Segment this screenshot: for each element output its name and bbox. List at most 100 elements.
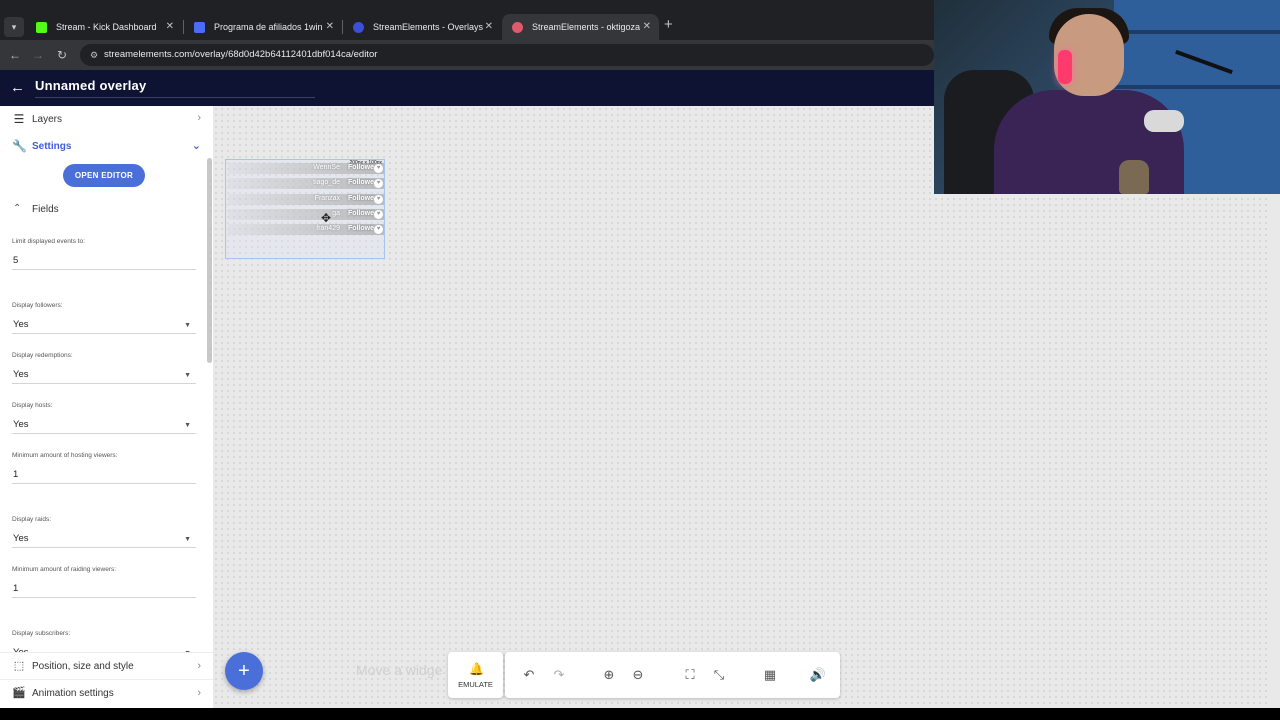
canvas-toolbar: ↶ ↷ ⊕ ⊖ ⛶ ⤡ ▦ 🔊 (505, 652, 840, 698)
open-editor-button[interactable]: OPEN EDITOR (63, 164, 145, 187)
browser-tab-se-overlays[interactable]: StreamElements - Overlays ✕ (343, 14, 501, 40)
fields-label: Fields (32, 204, 59, 215)
close-tab-icon[interactable]: ✕ (326, 14, 334, 40)
heart-icon: ♥ (374, 164, 383, 173)
heart-icon: ♥ (374, 179, 383, 188)
title-underline (35, 97, 315, 98)
emulate-label: EMULATE (458, 680, 493, 689)
event-username: fran429 (316, 225, 340, 232)
sidebar-item-settings[interactable]: 🔧 Settings ⌄ (0, 134, 213, 160)
caret-down-icon: ▼ (184, 372, 191, 379)
chevron-down-icon: ⌄ (191, 140, 201, 152)
event-username: WennSe (313, 164, 340, 171)
event-row: fran429 Followe ♥ (228, 224, 384, 235)
sidebar-scrollbar[interactable] (207, 158, 212, 363)
event-type: Followe (347, 179, 374, 186)
bottom-strip (0, 708, 1280, 720)
field-label: Limit displayed events to: (12, 238, 85, 245)
browser-tab-se-oktigoza[interactable]: StreamElements - oktigoza ✕ (502, 14, 659, 40)
chevron-up-icon: ⌃ (13, 203, 22, 214)
field-min-raiding-viewers: Minimum amount of raiding viewers: 1 (12, 566, 196, 598)
chevron-right-icon: › (197, 687, 201, 699)
fullscreen-icon[interactable]: ⛶ (681, 666, 699, 684)
chevron-right-icon: › (197, 660, 201, 672)
forward-arrow-icon[interactable]: → (29, 46, 47, 64)
sidebar-item-label: Settings (32, 141, 72, 152)
webcam-person-body (994, 90, 1184, 194)
browser-tab-1win[interactable]: Programa de afiliados 1win ✕ (184, 14, 342, 40)
tab-title: StreamElements - oktigoza (532, 22, 641, 32)
sidebar-item-animation-settings[interactable]: 🎬 Animation settings › (0, 679, 213, 706)
redo-icon[interactable]: ↷ (550, 666, 568, 684)
close-tab-icon[interactable]: ✕ (643, 14, 651, 40)
bell-icon: 🔔 (469, 662, 484, 676)
sidebar-item-position-size-style[interactable]: ⬚ Position, size and style › (0, 652, 213, 679)
sidebar-item-label: Position, size and style (32, 661, 134, 672)
streamelements-favicon-icon (512, 22, 523, 33)
caret-down-icon: ▼ (184, 422, 191, 429)
display-redemptions-select[interactable]: Yes ▼ (12, 368, 196, 384)
canvas-scrollbar[interactable] (1267, 106, 1280, 708)
site-info-icon[interactable]: ⚙ (88, 49, 100, 61)
emulate-button[interactable]: 🔔 EMULATE (448, 652, 503, 698)
webcam-microphone (1144, 110, 1184, 132)
back-arrow-icon[interactable]: ← (10, 79, 26, 97)
field-label: Minimum amount of raiding viewers: (12, 566, 117, 573)
field-display-raids: Display raids: Yes ▼ (12, 516, 196, 548)
field-min-hosting-viewers: Minimum amount of hosting viewers: 1 (12, 452, 196, 484)
sidebar-item-layers[interactable]: ☰ Layers › (0, 107, 213, 133)
tab-title: Stream - Kick Dashboard (56, 22, 157, 32)
sidebar-item-label: Layers (32, 114, 63, 125)
browser-tab-kick[interactable]: Stream - Kick Dashboard ✕ (26, 14, 182, 40)
close-tab-icon[interactable]: ✕ (485, 14, 493, 40)
event-list-widget[interactable]: 200px x 100px WennSe Followe ♥ tiago_de … (225, 159, 385, 259)
limit-events-input[interactable]: 5 (12, 254, 196, 270)
field-display-followers: Display followers: Yes ▼ (12, 302, 196, 334)
heart-icon: ♥ (374, 195, 383, 204)
settings-sidebar: ☰ Layers › 🔧 Settings ⌄ OPEN EDITOR ⌃ Fi… (0, 106, 213, 708)
add-widget-button[interactable]: + (225, 652, 263, 690)
new-tab-icon[interactable]: + (664, 16, 673, 33)
field-label: Display subscribers: (12, 630, 71, 637)
event-row: tiago_de Followe ♥ (228, 178, 384, 189)
undo-icon[interactable]: ↶ (520, 666, 538, 684)
min-hosting-viewers-input[interactable]: 1 (12, 468, 196, 484)
caret-down-icon: ▼ (184, 322, 191, 329)
streamelements-favicon-icon (353, 22, 364, 33)
selection-box-icon: ⬚ (13, 660, 25, 672)
display-raids-select[interactable]: Yes ▼ (12, 532, 196, 548)
field-label: Display raids: (12, 516, 52, 523)
address-bar[interactable]: ⚙ streamelements.com/overlay/68d0d42b641… (80, 44, 934, 66)
webcam-cup (1119, 160, 1149, 194)
sidebar-item-label: Animation settings (32, 688, 114, 699)
close-tab-icon[interactable]: ✕ (166, 14, 174, 40)
field-label: Display followers: (12, 302, 63, 309)
back-arrow-icon[interactable]: ← (6, 46, 24, 64)
url-text: streamelements.com/overlay/68d0d42b64112… (104, 49, 378, 60)
fields-section-header[interactable]: ⌃ Fields (0, 199, 200, 221)
display-followers-select[interactable]: Yes ▼ (12, 318, 196, 334)
layers-icon: ☰ (13, 112, 25, 126)
volume-icon[interactable]: 🔊 (809, 666, 827, 684)
tab-search-button[interactable]: ▾ (4, 17, 24, 37)
grid-icon[interactable]: ▦ (761, 666, 779, 684)
heart-icon: ♥ (374, 225, 383, 234)
select-value: Yes (13, 319, 29, 330)
field-display-hosts: Display hosts: Yes ▼ (12, 402, 196, 434)
event-username: Franzax (314, 195, 340, 202)
zoom-out-icon[interactable]: ⊖ (629, 666, 647, 684)
reload-icon[interactable]: ↻ (53, 46, 71, 64)
webcam-overlay (934, 0, 1280, 194)
field-label: Display redemptions: (12, 352, 73, 359)
min-raiding-viewers-input[interactable]: 1 (12, 582, 196, 598)
kick-favicon-icon (36, 22, 47, 33)
editor-header: ← Unnamed overlay (0, 70, 934, 106)
screen: ▾ Stream - Kick Dashboard ✕ Programa de … (0, 0, 1280, 720)
chevron-right-icon: › (197, 112, 201, 124)
overlay-title[interactable]: Unnamed overlay (35, 78, 146, 93)
event-row: Franzax Followe ♥ (228, 194, 384, 205)
display-hosts-select[interactable]: Yes ▼ (12, 418, 196, 434)
zoom-in-icon[interactable]: ⊕ (600, 666, 618, 684)
exit-fullscreen-icon[interactable]: ⤡ (710, 666, 728, 684)
field-display-redemptions: Display redemptions: Yes ▼ (12, 352, 196, 384)
